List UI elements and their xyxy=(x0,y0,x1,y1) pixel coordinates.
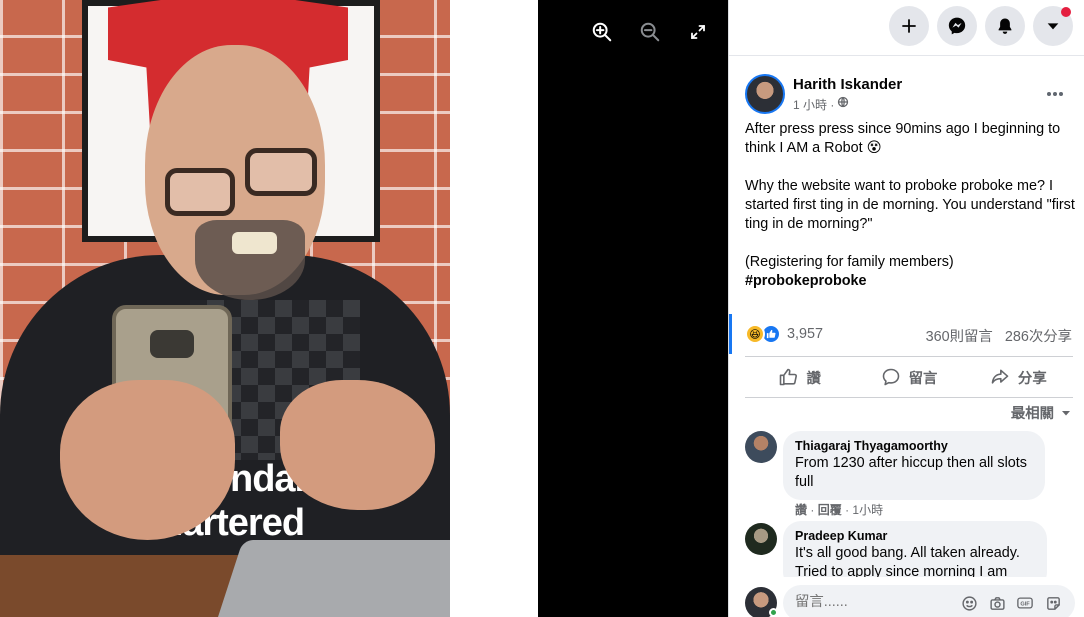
comment-button[interactable]: 留言 xyxy=(854,357,963,397)
create-button[interactable] xyxy=(889,6,929,46)
viewer-black-area xyxy=(538,0,728,617)
camera-icon xyxy=(989,596,1005,610)
comment-clip: Pradeep Kumar It's all good bang. All ta… xyxy=(783,521,1075,577)
zoom-out-icon xyxy=(640,22,660,42)
post-body: After press press since 90mins ago I beg… xyxy=(745,120,1077,291)
emoji-button[interactable] xyxy=(959,593,979,613)
author-avatar[interactable] xyxy=(745,74,785,114)
share-icon xyxy=(991,369,1009,384)
messenger-button[interactable] xyxy=(937,6,977,46)
messenger-icon xyxy=(948,17,966,35)
comment-count[interactable]: 360則留言 xyxy=(926,329,993,345)
post-paragraph-1: After press press since 90mins ago I beg… xyxy=(745,121,1061,157)
engagement-counts: 360則留言 286次分享 xyxy=(918,325,1072,346)
zoom-out-button[interactable] xyxy=(636,18,664,46)
phone-camera xyxy=(150,330,194,358)
glasses-right-lens xyxy=(245,148,317,196)
caret-down-icon xyxy=(1047,23,1059,30)
like-icon xyxy=(780,368,798,386)
comment-text: It's all good bang. All taken already. T… xyxy=(795,545,1020,577)
comment-label: 留言 xyxy=(908,370,938,387)
svg-text:GIF: GIF xyxy=(1020,601,1030,607)
focus-accent xyxy=(729,314,732,354)
sort-label: 最相關 xyxy=(1010,406,1054,422)
comment-bubble: Thiagaraj Thyagamoorthy From 1230 after … xyxy=(783,431,1045,500)
bell-icon xyxy=(998,18,1012,34)
fullscreen-icon xyxy=(691,25,705,39)
share-label: 分享 xyxy=(1017,370,1047,387)
comment-avatar[interactable] xyxy=(745,523,777,555)
comment-text: From 1230 after hiccup then all slots fu… xyxy=(795,455,1027,490)
comment-author[interactable]: Pradeep Kumar xyxy=(795,529,1035,543)
post-panel: Harith Iskander 1 小時 · After press press… xyxy=(728,0,1084,617)
post-paragraph-3: (Registering for family members) xyxy=(745,254,954,271)
action-bar: 讚 留言 分享 xyxy=(745,356,1073,398)
comment-composer: GIF xyxy=(783,585,1075,617)
author-name[interactable]: Harith Iskander xyxy=(793,76,902,93)
comment-reply-link[interactable]: 回覆 xyxy=(818,503,842,517)
left-hand xyxy=(60,380,235,540)
comment-avatar[interactable] xyxy=(745,431,777,463)
right-hand xyxy=(280,380,435,510)
photo-button[interactable] xyxy=(987,593,1007,613)
teeth xyxy=(232,232,277,254)
zoom-in-button[interactable] xyxy=(588,18,616,46)
like-button[interactable]: 讚 xyxy=(745,357,854,397)
comment-meta: 讚 · 回覆 · 1小時 xyxy=(795,503,884,517)
comment-input[interactable] xyxy=(795,594,945,610)
comment-time[interactable]: 1小時 xyxy=(852,503,883,517)
haha-reaction-icon: 😆 xyxy=(745,324,765,344)
sticker-button[interactable] xyxy=(1043,593,1063,613)
post-photo[interactable]: ndard hartered xyxy=(0,0,450,617)
post-timestamp[interactable]: 1 小時 · xyxy=(793,96,834,113)
caret-down-icon xyxy=(1062,410,1070,415)
reaction-count: 3,957 xyxy=(787,326,824,342)
sticker-icon xyxy=(1046,596,1060,610)
like-label: 讚 xyxy=(806,370,821,387)
more-options-button[interactable] xyxy=(1037,80,1073,108)
top-bar xyxy=(729,0,1084,56)
media-viewer: ndard hartered xyxy=(0,0,728,617)
comment-bubble: Pradeep Kumar It's all good bang. All ta… xyxy=(783,521,1047,577)
share-count[interactable]: 286次分享 xyxy=(1005,329,1072,345)
comment-author[interactable]: Thiagaraj Thyagamoorthy xyxy=(795,439,1033,453)
glasses-left-lens xyxy=(165,168,235,216)
emoji-icon xyxy=(961,595,977,611)
notification-badge xyxy=(1061,7,1071,17)
reactions-summary[interactable]: 😆 3,957 xyxy=(745,322,823,346)
more-icon xyxy=(1047,92,1063,96)
thumbs-up-icon xyxy=(766,329,776,339)
fullscreen-button[interactable] xyxy=(684,18,712,46)
comment-icon xyxy=(882,368,899,386)
globe-icon xyxy=(837,96,849,108)
share-button[interactable]: 分享 xyxy=(964,357,1073,397)
zoom-in-icon xyxy=(592,22,612,42)
notifications-button[interactable] xyxy=(985,6,1025,46)
comment-sort-dropdown[interactable]: 最相關 xyxy=(1011,402,1072,423)
plus-icon xyxy=(902,19,916,33)
online-indicator xyxy=(769,608,778,617)
comment-like-link[interactable]: 讚 xyxy=(795,503,807,517)
laptop xyxy=(218,540,450,617)
gif-icon: GIF xyxy=(1017,597,1033,609)
post-paragraph-2: Why the website want to proboke proboke … xyxy=(745,177,1075,233)
post-hashtag[interactable]: #probokeproboke xyxy=(745,272,1077,291)
gif-button[interactable]: GIF xyxy=(1015,593,1035,613)
